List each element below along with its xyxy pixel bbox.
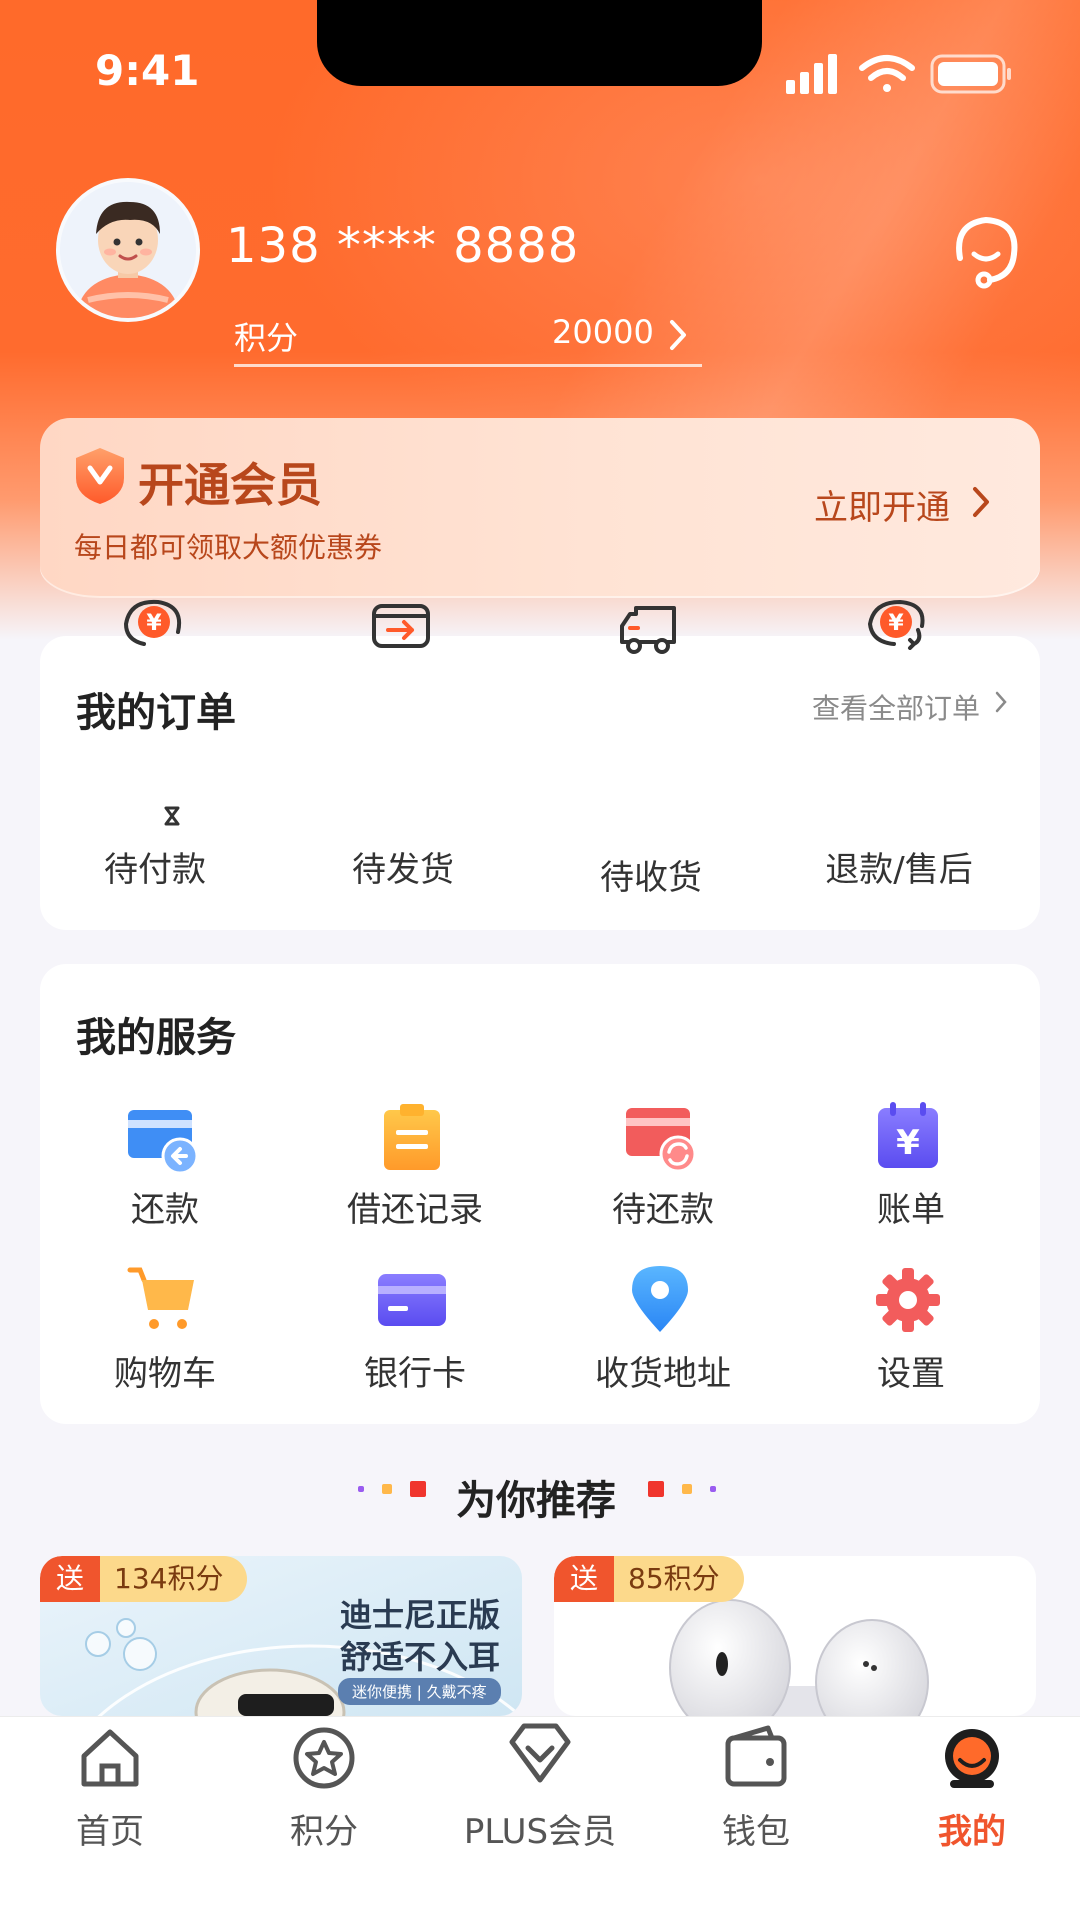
repay-card-icon[interactable]	[126, 1104, 198, 1176]
tab-plus-member[interactable]: PLUS会员	[430, 1804, 650, 1853]
to-ship-icon[interactable]	[370, 598, 434, 652]
gear-icon[interactable]	[872, 1264, 944, 1336]
points-badge: 送 85积分	[554, 1556, 744, 1602]
decor-dot	[358, 1486, 364, 1492]
chevron-right-icon[interactable]	[970, 485, 992, 519]
service-item-label[interactable]: 设置	[786, 1346, 1036, 1395]
delivery-truck-icon[interactable]	[616, 602, 680, 656]
product-headline: 迪士尼正版	[340, 1596, 501, 1634]
pending-repay-icon[interactable]	[624, 1102, 696, 1174]
profile-icon[interactable]	[936, 1722, 1008, 1794]
service-item-label[interactable]: 收货地址	[538, 1346, 788, 1395]
order-item-label[interactable]: 待发货	[278, 842, 528, 891]
order-item-label[interactable]: 待收货	[526, 850, 776, 899]
product-tag: 迷你便携 | 久戴不疼	[338, 1678, 501, 1705]
tab-points[interactable]: 积分	[214, 1804, 434, 1853]
badge-send: 送	[40, 1556, 101, 1602]
product-headline: 舒适不入耳	[340, 1638, 501, 1676]
points-underline	[234, 364, 702, 367]
points-badge: 送 134积分	[40, 1556, 248, 1602]
svg-text:¥: ¥	[146, 611, 162, 636]
member-shield-icon	[76, 448, 124, 504]
view-all-orders-link[interactable]: 查看全部订单	[812, 687, 980, 727]
tab-mine[interactable]: 我的	[862, 1804, 1080, 1853]
order-item-label[interactable]: 待付款	[30, 842, 280, 891]
product-card[interactable]: 送 134积分 迪士尼正版 舒适不入耳 迷你便携 | 久戴不疼	[40, 1556, 522, 1716]
refund-icon[interactable]: ¥	[866, 596, 930, 650]
signal-icon	[786, 54, 837, 94]
bank-card-icon[interactable]	[376, 1264, 448, 1336]
avatar[interactable]	[56, 178, 200, 322]
badge-points: 85积分	[614, 1556, 744, 1602]
customer-service-icon[interactable]	[950, 214, 1022, 292]
bill-calendar-icon[interactable]: ¥	[872, 1100, 944, 1172]
service-item-label[interactable]: 账单	[786, 1182, 1036, 1231]
decor-dot	[648, 1481, 664, 1497]
order-item-label[interactable]: 退款/售后	[774, 842, 1024, 891]
orders-title: 我的订单	[76, 690, 236, 736]
decor-dot	[410, 1481, 426, 1497]
phone-number: 138 **** 8888	[226, 218, 580, 274]
badge-send: 送	[554, 1556, 615, 1602]
service-item-label[interactable]: 还款	[40, 1182, 290, 1231]
decor-dot	[382, 1484, 392, 1494]
member-subtitle: 每日都可领取大额优惠券	[74, 531, 383, 564]
services-title: 我的服务	[76, 1015, 236, 1061]
wifi-icon	[859, 55, 915, 92]
star-circle-icon[interactable]	[288, 1722, 360, 1794]
avatar-illustration	[60, 182, 196, 318]
decor-dot	[710, 1486, 716, 1492]
tab-home[interactable]: 首页	[0, 1804, 220, 1853]
member-activate-button[interactable]: 立即开通	[814, 480, 950, 529]
battery-icon	[930, 54, 1011, 94]
badge-points: 134积分	[100, 1556, 248, 1602]
svg-text:¥: ¥	[896, 1123, 920, 1163]
home-icon[interactable]	[74, 1722, 146, 1794]
chevron-right-icon[interactable]	[994, 690, 1008, 714]
cart-icon[interactable]	[126, 1264, 198, 1336]
hourglass-icon	[164, 806, 180, 826]
device-notch	[317, 0, 762, 86]
service-item-label[interactable]: 借还记录	[290, 1182, 540, 1231]
service-item-label[interactable]: 购物车	[40, 1346, 290, 1395]
service-item-label[interactable]: 待还款	[538, 1182, 788, 1231]
recommend-title: 为你推荐	[456, 1478, 616, 1524]
wallet-icon[interactable]	[720, 1722, 792, 1794]
location-pin-icon[interactable]	[624, 1262, 696, 1334]
tab-wallet[interactable]: 钱包	[646, 1804, 866, 1853]
service-item-label[interactable]: 银行卡	[290, 1346, 540, 1395]
points-label: 积分	[234, 319, 299, 357]
status-icons	[786, 54, 1011, 94]
status-time: 9:41	[95, 46, 200, 95]
chevron-right-icon[interactable]	[666, 318, 690, 352]
member-title: 开通会员	[138, 458, 322, 512]
payment-pending-icon[interactable]: ¥	[122, 596, 186, 650]
product-card[interactable]: 送 85积分	[554, 1556, 1036, 1716]
clipboard-icon[interactable]	[376, 1100, 448, 1172]
svg-text:¥: ¥	[888, 611, 904, 636]
diamond-icon[interactable]	[504, 1718, 576, 1790]
points-value[interactable]: 20000	[552, 313, 654, 351]
decor-dot	[682, 1484, 692, 1494]
